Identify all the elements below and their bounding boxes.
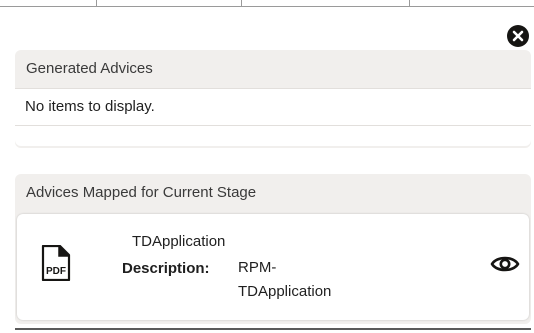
pdf-icon: PDF xyxy=(41,244,71,282)
generated-advices-header: Generated Advices xyxy=(26,60,153,77)
advice-card: PDF TDApplication Description: RPM- TDAp… xyxy=(17,214,529,320)
description-line-2: TDApplication xyxy=(238,283,332,300)
strip-tick xyxy=(409,0,410,6)
description-label: Description: xyxy=(122,260,210,277)
mapped-advices-panel: Advices Mapped for Current Stage PDF TDA… xyxy=(15,174,531,324)
description-value: RPM- TDApplication xyxy=(238,256,378,304)
pdf-icon-text: PDF xyxy=(46,266,66,277)
top-strip-divider xyxy=(0,0,534,7)
empty-message: No items to display. xyxy=(15,89,531,126)
advice-name: TDApplication xyxy=(132,233,226,250)
advices-dialog: Generated Advices No items to display. A… xyxy=(0,0,534,333)
close-icon[interactable] xyxy=(507,25,529,47)
bottom-divider xyxy=(15,328,531,330)
strip-tick xyxy=(241,0,242,6)
generated-advices-body: No items to display. xyxy=(15,88,531,146)
strip-tick xyxy=(96,0,97,6)
description-line-1: RPM- xyxy=(238,259,277,276)
generated-advices-panel: Generated Advices No items to display. xyxy=(15,50,531,148)
eye-icon[interactable] xyxy=(490,252,520,276)
mapped-advices-header: Advices Mapped for Current Stage xyxy=(26,184,257,201)
